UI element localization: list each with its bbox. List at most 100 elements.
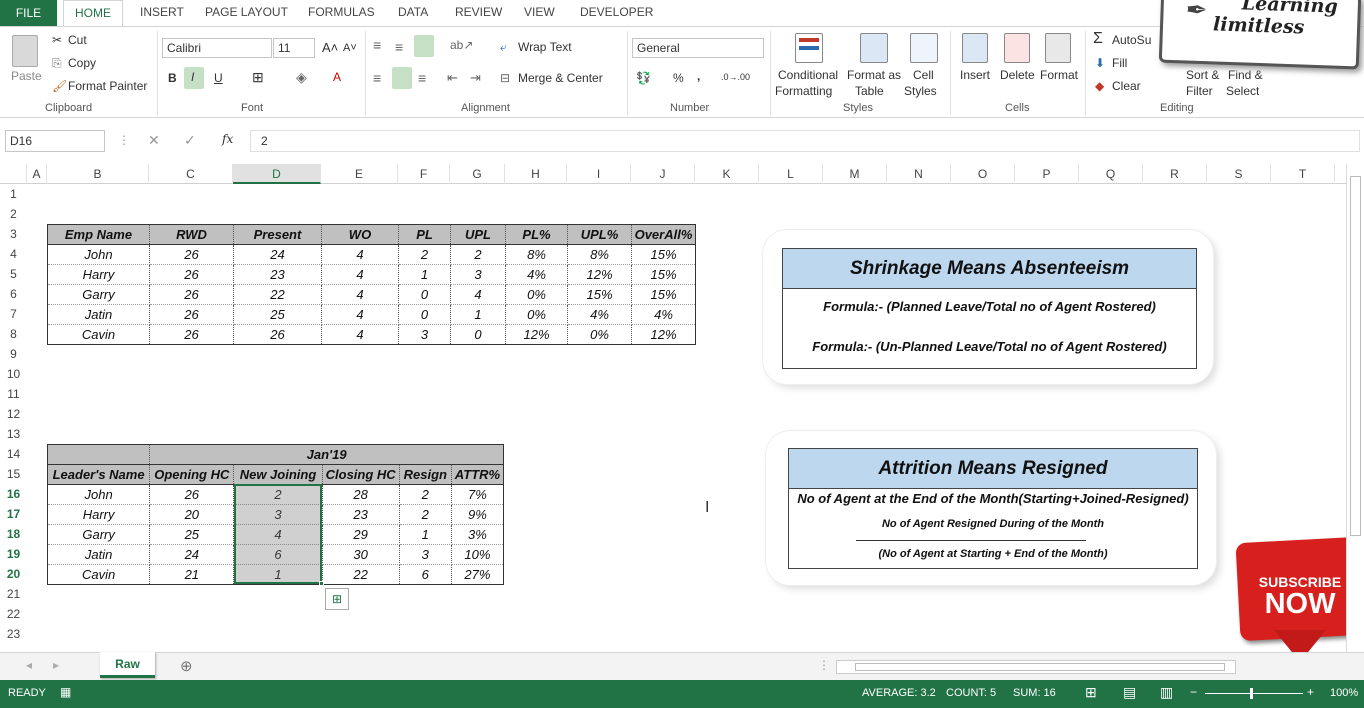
shrinkage-cell[interactable]: 0 — [398, 304, 451, 325]
column-header-p[interactable]: P — [1015, 164, 1079, 184]
row-header-13[interactable]: 13 — [0, 424, 27, 444]
shrinkage-cell[interactable]: 0 — [450, 324, 506, 345]
attrition-cell[interactable]: 24 — [149, 544, 235, 565]
shrinkage-cell[interactable]: 4 — [321, 324, 399, 345]
shrinkage-cell[interactable]: 26 — [149, 304, 234, 325]
shrinkage-cell[interactable]: Harry — [47, 264, 150, 285]
row-header-2[interactable]: 2 — [0, 204, 27, 224]
row-header-6[interactable]: 6 — [0, 284, 27, 304]
attrition-cell[interactable]: 2 — [398, 504, 452, 525]
tab-formulas[interactable]: FORMULAS — [308, 5, 375, 19]
decrease-indent-icon[interactable]: ⇤ — [447, 70, 458, 86]
row-header-11[interactable]: 11 — [0, 384, 27, 404]
attrition-cell[interactable]: 20 — [149, 504, 235, 525]
page-layout-view-icon[interactable]: ▤ — [1123, 684, 1136, 701]
horizontal-scrollbar[interactable] — [836, 660, 1236, 674]
attrition-cell[interactable]: 1 — [398, 524, 452, 545]
shrinkage-header-cell[interactable]: UPL — [450, 224, 506, 245]
row-header-5[interactable]: 5 — [0, 264, 27, 284]
cell-styles-icon[interactable] — [910, 33, 938, 63]
zoom-out-icon[interactable]: − — [1190, 685, 1197, 699]
row-header-10[interactable]: 10 — [0, 364, 27, 384]
shrinkage-header-cell[interactable]: OverAll% — [631, 224, 696, 245]
attrition-header-cell[interactable]: Closing HC — [321, 464, 400, 485]
zoom-slider[interactable] — [1205, 693, 1303, 694]
column-header-n[interactable]: N — [887, 164, 951, 184]
underline-button[interactable]: U — [214, 71, 223, 85]
shrinkage-header-cell[interactable]: UPL% — [567, 224, 632, 245]
attrition-cell[interactable]: 9% — [450, 504, 505, 525]
shrinkage-cell[interactable]: 23 — [233, 264, 322, 285]
zoom-level[interactable]: 100% — [1330, 687, 1358, 699]
shrinkage-cell[interactable]: 0% — [505, 284, 568, 305]
shrinkage-cell[interactable]: 12% — [631, 324, 696, 345]
shrinkage-cell[interactable]: 4% — [567, 304, 632, 325]
row-header-9[interactable]: 9 — [0, 344, 27, 364]
column-header-r[interactable]: R — [1143, 164, 1207, 184]
row-header-4[interactable]: 4 — [0, 244, 27, 264]
row-header-15[interactable]: 15 — [0, 464, 27, 484]
column-header-j[interactable]: J — [631, 164, 695, 184]
add-sheet-icon[interactable]: ⊕ — [180, 657, 193, 675]
autosum-button[interactable]: AutoSu — [1112, 33, 1151, 47]
attrition-cell[interactable]: Cavin — [46, 564, 151, 585]
number-format-select[interactable]: General — [632, 38, 764, 58]
sort-filter-button[interactable]: Sort & — [1186, 68, 1219, 82]
increase-decimal-icon[interactable]: .0→.00 — [721, 72, 750, 82]
fill-icon[interactable]: ⬇ — [1095, 56, 1105, 70]
shrinkage-cell[interactable]: 15% — [631, 244, 696, 265]
scissors-icon[interactable]: ✂ — [52, 33, 62, 47]
shrinkage-cell[interactable]: 8% — [505, 244, 568, 265]
shrink-font-icon[interactable]: A˅ — [343, 42, 357, 54]
shrinkage-cell[interactable]: 15% — [567, 284, 632, 305]
shrinkage-header-cell[interactable]: Present — [233, 224, 322, 245]
cut-button[interactable]: Cut — [68, 33, 87, 47]
column-header-q[interactable]: Q — [1079, 164, 1143, 184]
tab-view[interactable]: VIEW — [524, 5, 555, 19]
row-header-17[interactable]: 17 — [0, 504, 27, 524]
delete-cells-icon[interactable] — [1004, 33, 1030, 63]
attrition-cell[interactable]: 29 — [321, 524, 400, 545]
shrinkage-cell[interactable]: 26 — [149, 264, 234, 285]
shrinkage-cell[interactable]: 4 — [321, 284, 399, 305]
attrition-cell[interactable]: 10% — [450, 544, 505, 565]
bottom-align-icon[interactable] — [414, 35, 434, 57]
fill-color-icon[interactable]: ◈ — [296, 69, 307, 86]
column-header-b[interactable]: B — [47, 164, 149, 184]
horizontal-scroll-thumb[interactable] — [855, 663, 1225, 671]
font-size-select[interactable]: 11 — [273, 38, 315, 58]
conditional-formatting-button[interactable]: Conditional — [778, 68, 838, 82]
shrinkage-cell[interactable]: 1 — [450, 304, 506, 325]
shrinkage-cell[interactable]: 2 — [398, 244, 451, 265]
clear-button[interactable]: Clear — [1112, 79, 1141, 93]
attrition-cell[interactable]: 28 — [321, 484, 400, 505]
paste-icon[interactable] — [12, 35, 38, 67]
attrition-period-header[interactable]: Jan'19 — [149, 444, 504, 465]
shrinkage-cell[interactable]: 3 — [398, 324, 451, 345]
shrinkage-cell[interactable]: 0 — [398, 284, 451, 305]
normal-view-icon[interactable]: ⊞ — [1085, 684, 1097, 701]
attrition-corner-cell[interactable] — [46, 444, 151, 465]
align-left-icon[interactable]: ≡ — [373, 70, 381, 86]
brush-icon[interactable]: 🖌 — [52, 79, 67, 93]
borders-icon[interactable]: ⊞ — [252, 69, 264, 86]
attrition-cell[interactable]: 3% — [450, 524, 505, 545]
shrinkage-cell[interactable]: 15% — [631, 284, 696, 305]
font-name-select[interactable]: Calibri — [162, 38, 272, 58]
vertical-scrollbar[interactable] — [1346, 164, 1364, 652]
attrition-cell[interactable]: 6 — [398, 564, 452, 585]
next-sheet-icon[interactable]: ▸ — [53, 658, 59, 672]
column-header-k[interactable]: K — [695, 164, 759, 184]
tab-page-layout[interactable]: PAGE LAYOUT — [205, 5, 288, 19]
column-header-c[interactable]: C — [149, 164, 233, 184]
shrinkage-cell[interactable]: 26 — [149, 324, 234, 345]
column-header-o[interactable]: O — [951, 164, 1015, 184]
row-header-1[interactable]: 1 — [0, 184, 27, 204]
bold-button[interactable]: B — [168, 71, 177, 85]
zoom-slider-thumb[interactable] — [1250, 688, 1253, 699]
attrition-cell[interactable]: 7% — [450, 484, 505, 505]
shrinkage-cell[interactable]: 4 — [321, 244, 399, 265]
row-header-23[interactable]: 23 — [0, 624, 27, 644]
row-header-3[interactable]: 3 — [0, 224, 27, 244]
row-header-19[interactable]: 19 — [0, 544, 27, 564]
